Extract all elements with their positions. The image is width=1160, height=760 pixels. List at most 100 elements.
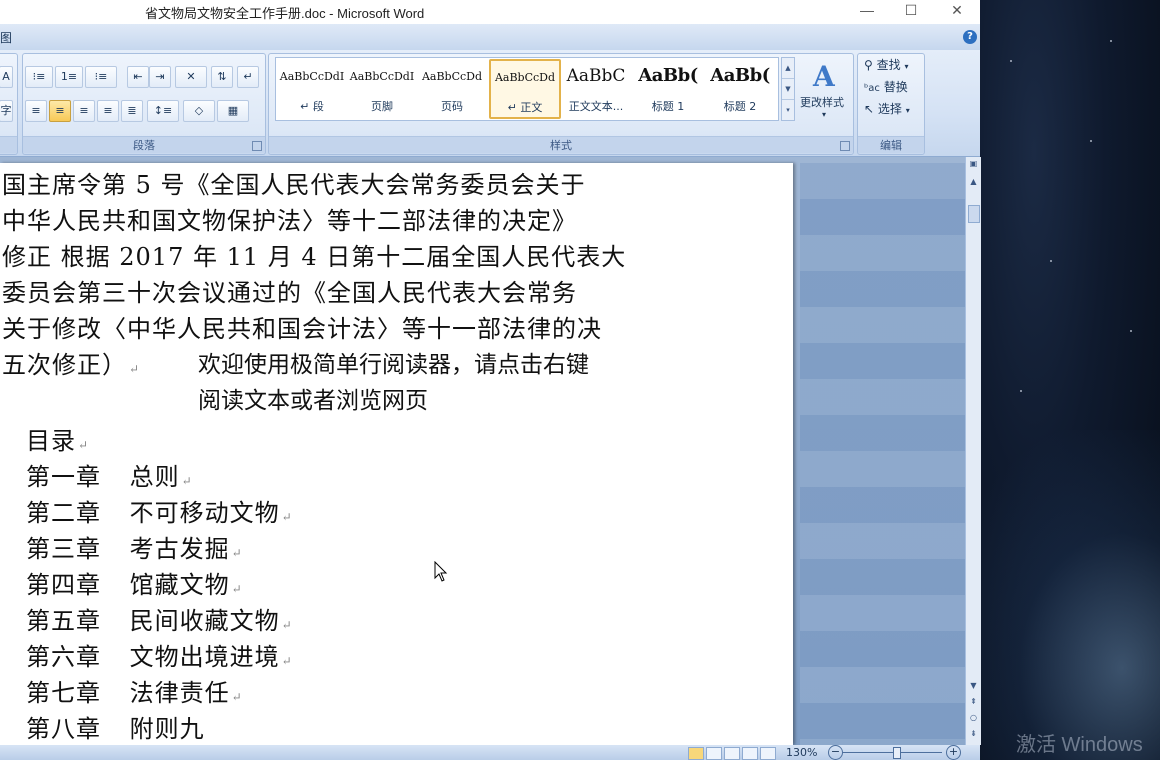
font-group-label <box>0 136 17 153</box>
binoculars-icon: ⚲ <box>864 58 873 72</box>
minimize-button[interactable]: — <box>844 0 890 22</box>
chapter-title: 馆藏文物 <box>129 571 230 599</box>
style-item-heading-1[interactable]: AaBb( 标题 1 <box>634 60 702 116</box>
full-screen-reading-view-button[interactable] <box>706 747 722 760</box>
style-item-paragraph[interactable]: AaBbCcDdI ↵ 段 <box>278 60 346 116</box>
reader-overlay-line: 阅读文本或者浏览网页 <box>198 388 428 414</box>
encircle-button[interactable]: 字 <box>0 100 13 122</box>
document-area: 国主席令第 5 号《全国人民代表大会常务委员会关于 中华人民共和国文物保护法〉等… <box>0 157 965 745</box>
change-styles-icon: A <box>812 60 836 93</box>
borders-button[interactable]: ▦ <box>217 100 249 122</box>
style-sample: AaBbCcDd <box>494 71 556 84</box>
web-layout-view-button[interactable] <box>724 747 740 760</box>
select-label: 选择 <box>877 102 902 116</box>
styles-dialog-launcher[interactable] <box>840 141 850 151</box>
style-name: 页脚 <box>371 100 393 113</box>
font-color-button[interactable]: A <box>0 66 13 88</box>
line-spacing-button[interactable]: ↕≡ <box>147 100 179 122</box>
shading-button[interactable]: ◇ <box>183 100 215 122</box>
style-sample: AaBb( <box>710 65 770 86</box>
style-name: 页码 <box>441 100 463 113</box>
toc-title-text: 目录 <box>26 427 76 455</box>
increase-indent-button[interactable]: ⇥ <box>149 66 171 88</box>
document-page[interactable]: 国主席令第 5 号《全国人民代表大会常务委员会关于 中华人民共和国文物保护法〉等… <box>0 163 793 745</box>
scroll-down-icon[interactable]: ▼ <box>966 681 981 690</box>
change-styles-button[interactable]: A 更改样式 ▾ <box>797 58 851 122</box>
chapter-number: 第一章 <box>26 463 101 491</box>
zoom-slider-track[interactable] <box>842 752 942 753</box>
star <box>1020 390 1022 392</box>
chapter-number: 第六章 <box>26 643 101 671</box>
center-button[interactable]: ≡ <box>49 100 71 122</box>
next-page-icon[interactable]: ⇟ <box>966 729 981 738</box>
toc-chapter: 第二章 不可移动文物 ↵ <box>26 493 293 528</box>
browse-object-icon[interactable]: ○ <box>966 713 981 722</box>
outline-view-button[interactable] <box>742 747 758 760</box>
close-button[interactable]: ✕ <box>934 0 980 22</box>
document-line-text: 五次修正） <box>2 351 127 379</box>
align-left-button[interactable]: ≡ <box>25 100 47 122</box>
find-button[interactable]: ⚲ 查找 ▾ <box>864 56 908 73</box>
scroll-thumb[interactable] <box>968 205 980 223</box>
styles-group: AaBbCcDdI ↵ 段 AaBbCcDdI 页脚 AaBbCcDd 页码 A… <box>268 53 854 155</box>
paragraph-mark-icon: ↵ <box>78 438 90 452</box>
chapter-title: 不可移动文物 <box>129 499 280 527</box>
draft-view-button[interactable] <box>760 747 776 760</box>
style-item-footer[interactable]: AaBbCcDdI 页脚 <box>348 60 416 116</box>
zoom-in-button[interactable]: + <box>946 745 961 760</box>
justify-button[interactable]: ≡ <box>97 100 119 122</box>
toc-chapter: 第七章 法律责任 ↵ <box>26 673 243 708</box>
style-sample: AaBb( <box>638 65 698 86</box>
activate-windows-watermark: 激活 Windows <box>1016 734 1143 756</box>
paragraph-mark-icon: ↵ <box>181 474 193 488</box>
ribbon-tab-strip: 图 ? <box>0 24 980 51</box>
decrease-indent-button[interactable]: ⇤ <box>127 66 149 88</box>
chapter-number: 第五章 <box>26 607 101 635</box>
styles-gallery-scroll[interactable]: ▲ ▼ ▾ <box>781 57 795 121</box>
bullets-button[interactable]: ⁝≡ <box>25 66 53 88</box>
zoom-out-button[interactable]: − <box>828 745 843 760</box>
toc-chapter: 第五章 民间收藏文物 ↵ <box>26 601 293 636</box>
numbering-button[interactable]: 1≡ <box>55 66 83 88</box>
paragraph-mark-icon: ↵ <box>129 362 141 376</box>
title-bar[interactable]: 省文物局文物安全工作手册.doc - Microsoft Word — ☐ ✕ <box>0 0 980 24</box>
show-marks-button[interactable]: ↵ <box>237 66 259 88</box>
chapter-title: 总则 <box>129 463 180 491</box>
help-icon[interactable]: ? <box>963 30 977 44</box>
ruler-toggle-icon[interactable]: ▣ <box>966 159 981 168</box>
paragraph-mark-icon: ↵ <box>281 618 293 632</box>
window-title: 省文物局文物安全工作手册.doc - Microsoft Word <box>145 6 425 21</box>
style-item-normal[interactable]: AaBbCcDd ↵ 正文 <box>489 59 561 119</box>
previous-page-icon[interactable]: ⇞ <box>966 697 981 706</box>
print-layout-view-button[interactable] <box>688 747 704 760</box>
document-line: 五次修正） ↵ <box>2 345 140 380</box>
editing-group: ⚲ 查找 ▾ ᵇac 替换 ↖ 选择 ▾ 编辑 <box>857 53 925 155</box>
multilevel-list-button[interactable]: ⁝≡ <box>85 66 117 88</box>
chinese-layout-button[interactable]: ✕ <box>175 66 207 88</box>
chevron-down-icon: ▾ <box>904 62 909 71</box>
style-item-page-number[interactable]: AaBbCcDd 页码 <box>418 60 486 116</box>
maximize-button[interactable]: ☐ <box>888 0 934 22</box>
paragraph-dialog-launcher[interactable] <box>252 141 262 151</box>
style-item-body-text[interactable]: AaBbC 正文文本... <box>562 60 630 116</box>
toc-chapter: 第八章 附则九 <box>26 709 205 744</box>
replace-icon: ᵇac <box>864 83 880 94</box>
zoom-slider-thumb[interactable] <box>893 747 901 759</box>
zoom-level[interactable]: 130% <box>786 746 817 759</box>
replace-button[interactable]: ᵇac 替换 <box>864 78 908 95</box>
gallery-up-icon[interactable]: ▲ <box>782 58 794 79</box>
star <box>1110 40 1112 42</box>
align-right-button[interactable]: ≡ <box>73 100 95 122</box>
reader-overlay-line: 欢迎使用极简单行阅读器，请点击右键 <box>198 352 589 378</box>
chapter-number: 第三章 <box>26 535 101 563</box>
style-item-heading-2[interactable]: AaBb( 标题 2 <box>706 60 774 116</box>
select-button[interactable]: ↖ 选择 ▾ <box>864 100 910 117</box>
vertical-scrollbar[interactable]: ▣ ▲ ▼ ⇞ ○ ⇟ <box>965 157 981 745</box>
distributed-button[interactable]: ≣ <box>121 100 143 122</box>
sort-button[interactable]: ⇅ <box>211 66 233 88</box>
tab-view-fragment[interactable]: 图 <box>0 29 12 46</box>
toc-chapter: 第六章 文物出境进境 ↵ <box>26 637 293 672</box>
star <box>1090 140 1092 142</box>
scroll-up-icon[interactable]: ▲ <box>966 177 981 186</box>
chapter-title: 法律责任 <box>129 679 230 707</box>
